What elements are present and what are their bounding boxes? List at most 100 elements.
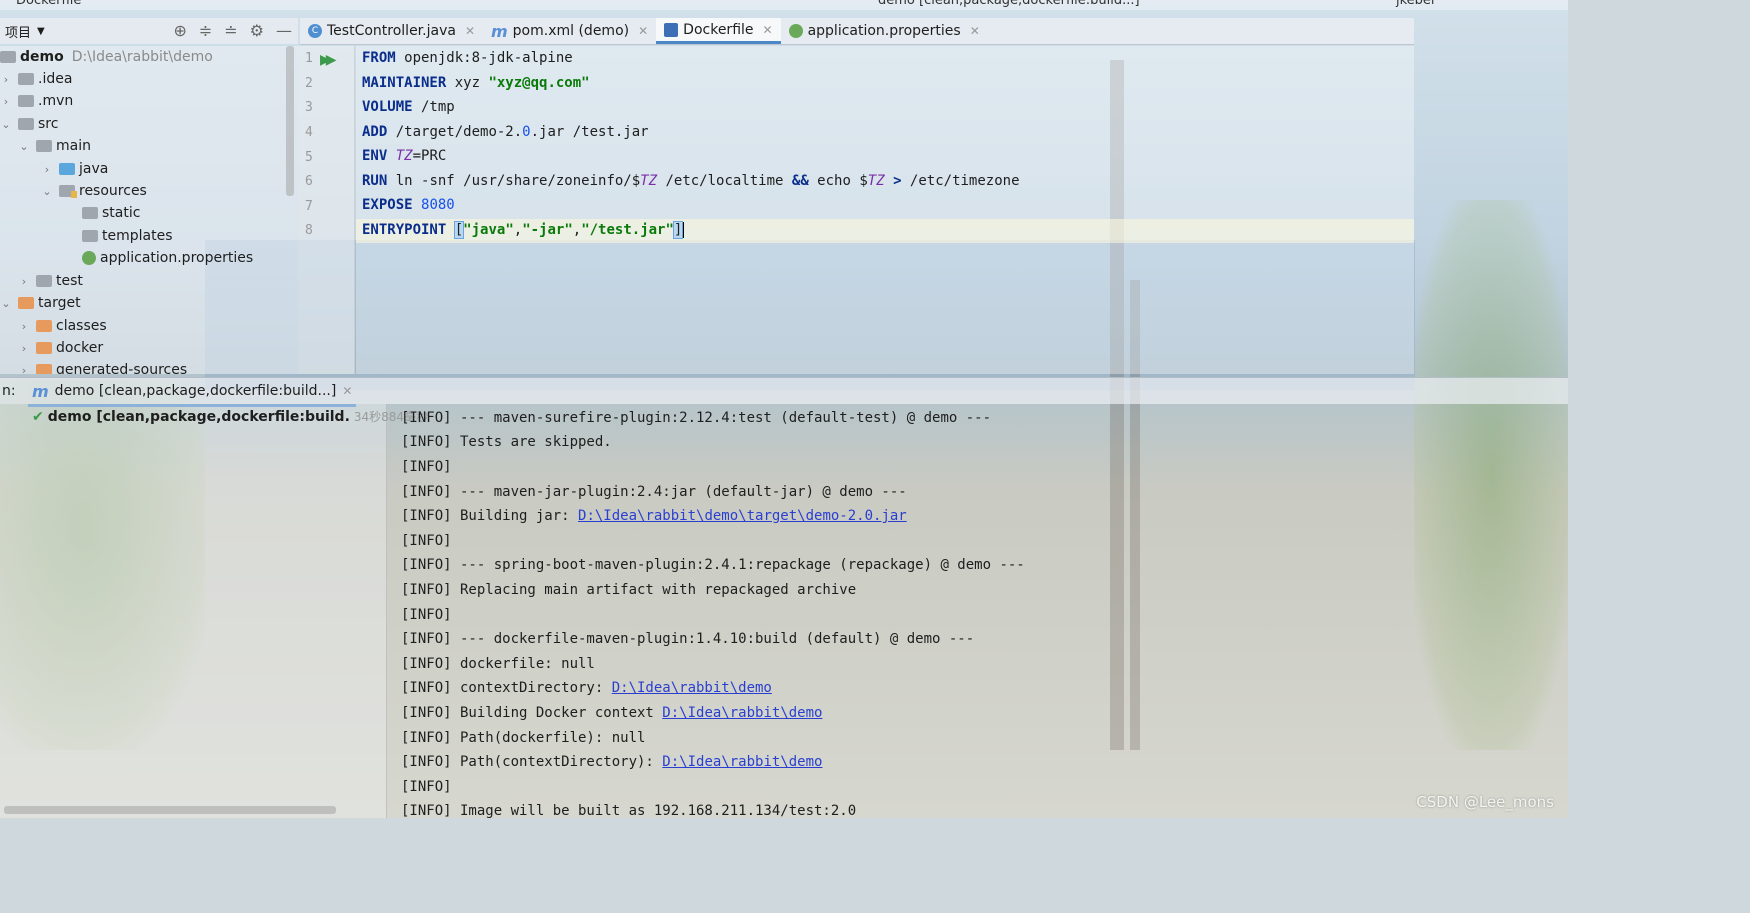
tree-node[interactable]: ⌄ main — [18, 135, 91, 157]
console-link[interactable]: D:\Idea\rabbit\demo — [612, 680, 772, 696]
maven-icon: m — [491, 21, 508, 41]
close-icon[interactable]: ✕ — [638, 24, 648, 38]
chevron-right-icon[interactable]: › — [0, 95, 12, 108]
code-line[interactable]: VOLUME /tmp — [362, 99, 455, 115]
project-toolbar: 项目 ▼ ⊕ ≑ ≐ ⚙ — — [0, 18, 298, 44]
console-line: [INFO] Replacing main artifact with repa… — [401, 582, 857, 598]
vcs-branch[interactable]: jkebei — [1396, 0, 1435, 8]
tree-node[interactable]: › java — [41, 158, 109, 180]
line-number: 7 — [305, 199, 313, 214]
excluded-folder-icon — [36, 320, 52, 332]
console-link[interactable]: D:\Idea\rabbit\demo — [662, 754, 822, 770]
run-tab[interactable]: m demo [clean,package,dockerfile:build..… — [28, 378, 357, 407]
locate-icon[interactable]: ⊕ — [173, 21, 186, 40]
chevron-down-icon[interactable]: ⌄ — [18, 140, 30, 153]
tab-application-properties[interactable]: application.properties ✕ — [781, 18, 988, 44]
chevron-down-icon[interactable]: ⌄ — [41, 185, 53, 198]
tree-node[interactable]: ⌄ resources — [41, 180, 147, 202]
close-icon[interactable]: ✕ — [342, 384, 352, 398]
console-line: [INFO] dockerfile: null — [401, 656, 595, 672]
module-folder-icon — [0, 51, 16, 63]
tree-node[interactable]: › test — [18, 270, 83, 292]
line-number: 4 — [305, 125, 313, 140]
code-line[interactable]: ENV TZ=PRC — [362, 148, 446, 164]
check-icon: ✔ — [32, 408, 44, 425]
tree-node-label: generated-sources — [56, 362, 188, 374]
tab-dockerfile[interactable]: Dockerfile ✕ — [656, 18, 781, 44]
tab-label: TestController.java — [327, 23, 456, 39]
folder-icon — [82, 230, 98, 242]
tree-node-label: application.properties — [100, 250, 254, 266]
line-number: 6 — [305, 174, 313, 189]
chevron-down-icon[interactable]: ⌄ — [0, 118, 12, 131]
console-line: [INFO] contextDirectory: D:\Idea\rabbit\… — [401, 680, 772, 696]
window-title: Dockerfile — [16, 0, 82, 8]
console-line: [INFO] Building jar: D:\Idea\rabbit\demo… — [401, 508, 907, 524]
chevron-down-icon[interactable]: ▼ — [37, 26, 45, 37]
project-view-label[interactable]: 项目 — [5, 22, 31, 41]
run-config-selector[interactable]: demo [clean,package,dockerfile:build...] — [878, 0, 1140, 8]
tree-node[interactable]: static — [82, 202, 140, 224]
tree-node-label: test — [56, 273, 83, 289]
run-icon[interactable]: ▶▶ — [320, 52, 336, 68]
console-line: [INFO] — [401, 459, 452, 475]
tree-node-label: target — [38, 295, 81, 311]
folder-icon — [82, 207, 98, 219]
run-tree-item[interactable]: ✔ demo [clean,package,dockerfile:build. … — [32, 408, 428, 425]
console-line: [INFO] Building Docker context D:\Idea\r… — [401, 705, 823, 721]
chevron-right-icon[interactable]: › — [0, 73, 12, 86]
tree-node[interactable]: › docker — [18, 337, 103, 359]
chevron-right-icon[interactable]: › — [18, 364, 30, 375]
code-line[interactable]: ADD /target/demo-2.0.jar /test.jar — [362, 124, 649, 140]
console-output[interactable]: [INFO] --- maven-surefire-plugin:2.12.4:… — [388, 404, 1568, 818]
tree-node[interactable]: › classes — [18, 315, 107, 337]
tab-testcontroller[interactable]: C TestController.java ✕ — [300, 18, 483, 44]
code-line[interactable]: MAINTAINER xyz "xyz@qq.com" — [362, 75, 590, 91]
chevron-right-icon[interactable]: › — [18, 320, 30, 333]
tree-node[interactable]: › .mvn — [0, 90, 73, 112]
line-number: 5 — [305, 150, 313, 165]
excluded-folder-icon — [18, 297, 34, 309]
tree-node[interactable]: application.properties — [82, 247, 253, 269]
chevron-right-icon[interactable]: › — [18, 275, 30, 288]
console-line: [INFO] — [401, 533, 452, 549]
tree-node-label: src — [38, 116, 59, 132]
console-link[interactable]: D:\Idea\rabbit\demo — [662, 705, 822, 721]
collapse-all-icon[interactable]: ≐ — [224, 21, 237, 40]
tree-node[interactable]: › .idea — [0, 68, 73, 90]
expand-all-icon[interactable]: ≑ — [199, 21, 212, 40]
tree-node-label: java — [79, 161, 109, 177]
project-scrollbar[interactable] — [286, 46, 294, 196]
close-icon[interactable]: ✕ — [763, 23, 773, 37]
hide-icon[interactable]: — — [276, 21, 292, 40]
chevron-right-icon[interactable]: › — [41, 163, 53, 176]
tree-node[interactable]: ⌄ src — [0, 113, 58, 135]
code-editor[interactable]: FROM openjdk:8-jdk-alpine MAINTAINER xyz… — [356, 46, 1414, 374]
console-line: [INFO] Path(contextDirectory): D:\Idea\r… — [401, 754, 823, 770]
tab-pom[interactable]: m pom.xml (demo) ✕ — [483, 18, 656, 44]
tab-label: pom.xml (demo) — [512, 23, 630, 39]
project-root-name: demo — [20, 49, 64, 65]
chevron-right-icon[interactable]: › — [18, 342, 30, 355]
tree-node-label: resources — [79, 183, 147, 199]
console-link[interactable]: D:\Idea\rabbit\demo\target\demo-2.0.jar — [578, 508, 907, 524]
folder-icon — [18, 118, 34, 130]
code-line[interactable]: FROM openjdk:8-jdk-alpine — [362, 50, 573, 66]
docker-icon — [664, 22, 679, 37]
line-number: 1 — [305, 51, 313, 66]
code-line[interactable]: EXPOSE 8080 — [362, 197, 455, 213]
run-tree-scrollbar[interactable] — [4, 806, 336, 814]
project-root-path: D:\Idea\rabbit\demo — [71, 49, 213, 65]
tree-node[interactable]: templates — [82, 225, 173, 247]
chevron-down-icon[interactable]: ⌄ — [0, 297, 12, 310]
tree-node[interactable]: › generated-sources — [18, 359, 187, 374]
gear-icon[interactable]: ⚙ — [250, 21, 264, 40]
close-icon[interactable]: ✕ — [970, 24, 980, 38]
code-line[interactable]: ENTRYPOINT ["java","-jar","/test.jar"] — [362, 221, 685, 239]
tree-node[interactable]: ⌄ target — [0, 292, 81, 314]
code-line[interactable]: RUN ln -snf /usr/share/zoneinfo/$TZ /etc… — [362, 173, 1020, 189]
tree-node-root[interactable]: demo D:\Idea\rabbit\demo — [0, 46, 213, 68]
console-line: [INFO] --- maven-jar-plugin:2.4:jar (def… — [401, 484, 907, 500]
close-icon[interactable]: ✕ — [465, 24, 475, 38]
resources-folder-icon — [59, 185, 77, 198]
